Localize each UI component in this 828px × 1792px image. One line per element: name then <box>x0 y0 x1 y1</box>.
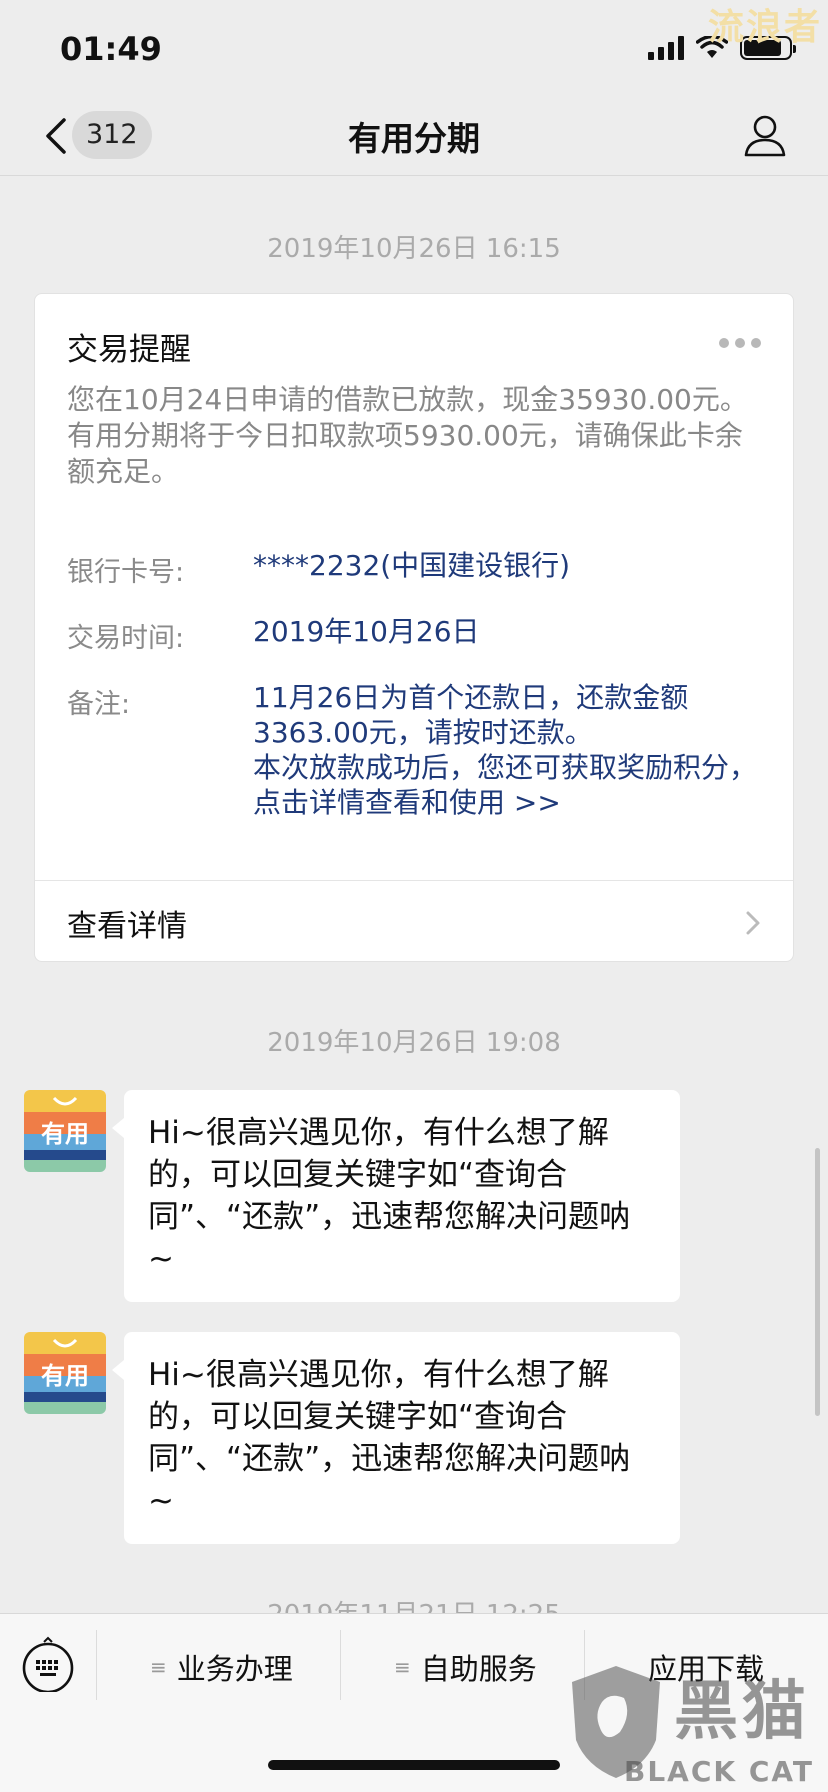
person-icon[interactable] <box>742 112 788 158</box>
menu-lines-icon: ≡ <box>394 1655 411 1679</box>
chevron-right-icon <box>746 911 760 935</box>
message-bubble[interactable]: Hi~很高兴遇见你，有什么想了解的，可以回复关键字如“查询合同”、“还款”，迅速… <box>112 1090 680 1302</box>
watermark-brand-en: BLACK CAT <box>624 1755 814 1788</box>
bank-card-label: 银行卡号: <box>67 557 185 588</box>
avatar-text: 有用 <box>41 1120 89 1148</box>
timestamp: 2019年10月26日 19:08 <box>267 1028 561 1058</box>
menu-lines-icon: ≡ <box>150 1655 167 1679</box>
remark-value-line1: 11月26日为首个还款日，还款金额3363.00元，请按时还款。 <box>253 681 689 749</box>
nav-bar: 312 有用分期 <box>0 96 828 176</box>
transaction-time-label: 交易时间: <box>67 623 185 654</box>
menu-self-service[interactable]: ≡ 自助服务 <box>394 1646 537 1688</box>
menu-self-service-label: 自助服务 <box>420 1652 537 1686</box>
youyong-avatar[interactable]: 有用 <box>24 1090 106 1172</box>
blackcat-watermark: 黑猫 BLACK CAT <box>558 1652 828 1792</box>
page-title: 有用分期 <box>348 119 480 158</box>
keyboard-icon[interactable] <box>20 1636 76 1692</box>
message-bubble[interactable]: Hi~很高兴遇见你，有什么想了解的，可以回复关键字如“查询合同”、“还款”，迅速… <box>112 1332 680 1544</box>
status-time: 01:49 <box>60 30 162 68</box>
menu-business[interactable]: ≡ 业务办理 <box>150 1646 293 1688</box>
card-description: 您在10月24日申请的借款已放款，现金35930.00元。有用分期将于今日扣取款… <box>67 383 748 488</box>
home-indicator <box>268 1760 560 1770</box>
avatar-text: 有用 <box>41 1362 89 1390</box>
card-title: 交易提醒 <box>67 332 191 368</box>
remark-value-line2[interactable]: 本次放款成功后，您还可获取奖励积分，点击详情查看和使用 >> <box>253 750 763 820</box>
more-dots-icon[interactable] <box>719 338 761 348</box>
menu-divider <box>96 1630 97 1700</box>
transaction-time-value: 2019年10月26日 <box>253 615 480 648</box>
status-bar: 01:49 流浪者 <box>0 0 828 96</box>
menu-business-label: 业务办理 <box>176 1652 293 1686</box>
view-details-label: 查看详情 <box>67 909 187 944</box>
youyong-avatar[interactable]: 有用 <box>24 1332 106 1414</box>
chat-message: 有用 Hi~很高兴遇见你，有什么想了解的，可以回复关键字如“查询合同”、“还款”… <box>0 1090 828 1302</box>
bank-card-value: ****2232(中国建设银行) <box>253 549 571 582</box>
watermark-brand-cn: 黑猫 <box>674 1675 810 1749</box>
menu-divider <box>340 1630 341 1700</box>
cellular-signal-icon <box>648 36 684 60</box>
remark-label: 备注: <box>67 689 131 720</box>
timestamp: 2019年10月26日 16:15 <box>267 234 561 264</box>
scrollbar[interactable] <box>815 1148 820 1416</box>
watermark-text: 流浪者 <box>707 7 822 48</box>
chat-message: 有用 Hi~很高兴遇见你，有什么想了解的，可以回复关键字如“查询合同”、“还款”… <box>0 1332 828 1544</box>
view-details-row[interactable]: 查看详情 <box>35 881 793 963</box>
transaction-card[interactable]: 交易提醒 您在10月24日申请的借款已放款，现金35930.00元。有用分期将于… <box>34 293 794 962</box>
